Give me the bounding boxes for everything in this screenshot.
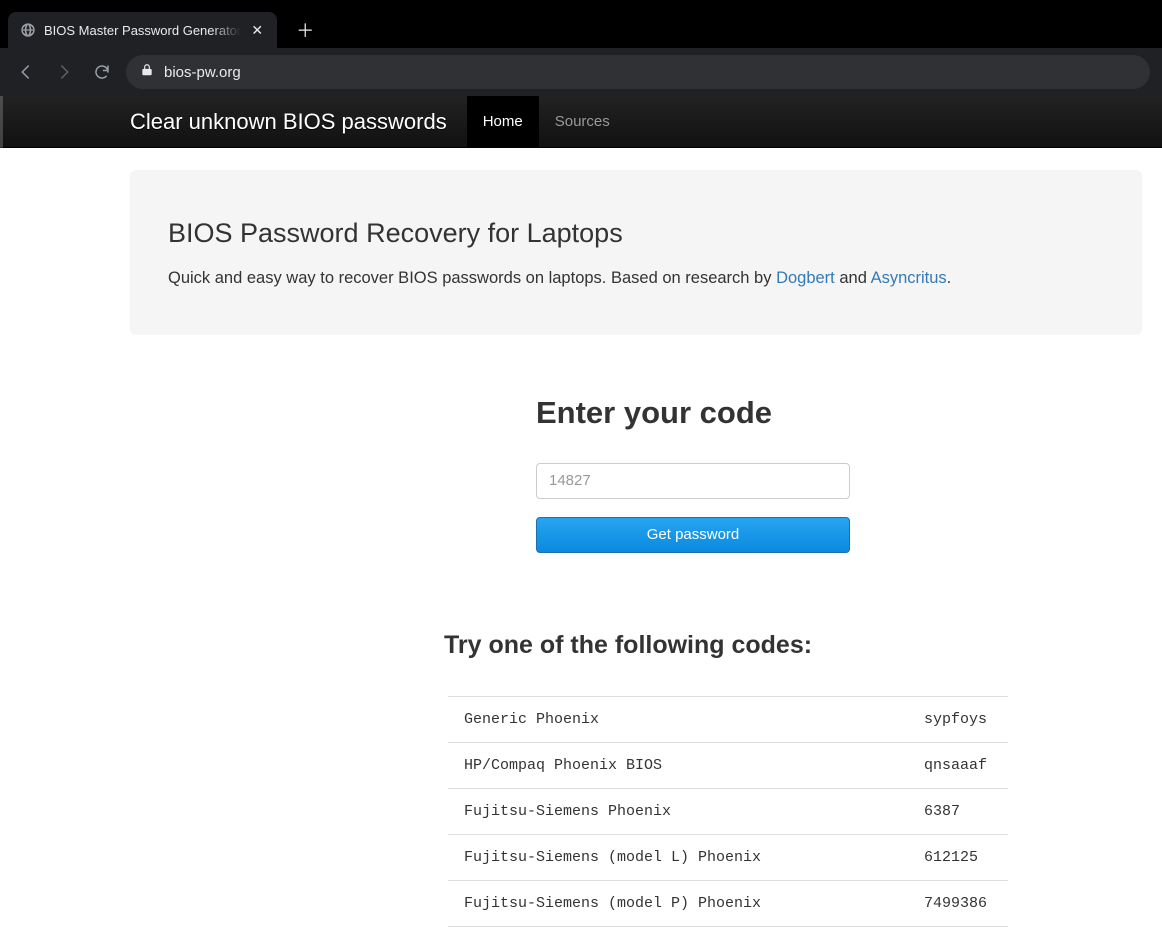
new-tab-button[interactable]: ＋ bbox=[291, 16, 319, 44]
vendor-cell: Fujitsu-Siemens Phoenix bbox=[448, 788, 908, 834]
results-table: Generic PhoenixsypfoysHP/Compaq Phoenix … bbox=[448, 696, 1008, 941]
page-viewport: Clear unknown BIOS passwords Home Source… bbox=[0, 96, 1162, 941]
vendor-cell: Fujitsu-Siemens (model S) Phoenix bbox=[448, 926, 908, 941]
site-navbar: Clear unknown BIOS passwords Home Source… bbox=[0, 96, 1162, 148]
jumbo-lead: Quick and easy way to recover BIOS passw… bbox=[168, 267, 1104, 291]
reload-button[interactable] bbox=[88, 58, 116, 86]
table-row: Generic Phoenixsypfoys bbox=[448, 696, 1008, 742]
nav-home[interactable]: Home bbox=[467, 96, 539, 148]
nav-sources[interactable]: Sources bbox=[539, 96, 626, 148]
address-bar-text: bios-pw.org bbox=[164, 64, 241, 81]
tab-strip: BIOS Master Password Generator ✕ ＋ bbox=[0, 0, 1162, 48]
back-button[interactable] bbox=[12, 58, 40, 86]
lead-text: . bbox=[947, 269, 952, 287]
enter-heading: Enter your code bbox=[536, 395, 850, 431]
get-password-button[interactable]: Get password bbox=[536, 517, 850, 553]
forward-button[interactable] bbox=[50, 58, 78, 86]
lead-text: and bbox=[835, 269, 871, 287]
page-edge bbox=[0, 96, 3, 941]
code-cell: 812129 bbox=[908, 926, 1008, 941]
close-tab-icon[interactable]: ✕ bbox=[249, 22, 265, 38]
browser-tab[interactable]: BIOS Master Password Generator ✕ bbox=[8, 12, 277, 48]
table-row: Fujitsu-Siemens (model S) Phoenix812129 bbox=[448, 926, 1008, 941]
code-cell: 6387 bbox=[908, 788, 1008, 834]
link-asyncritus[interactable]: Asyncritus bbox=[871, 269, 947, 287]
tab-title: BIOS Master Password Generator bbox=[44, 23, 241, 38]
table-row: Fujitsu-Siemens (model L) Phoenix612125 bbox=[448, 834, 1008, 880]
vendor-cell: Generic Phoenix bbox=[448, 696, 908, 742]
site-brand[interactable]: Clear unknown BIOS passwords bbox=[130, 96, 447, 148]
vendor-cell: HP/Compaq Phoenix BIOS bbox=[448, 742, 908, 788]
vendor-cell: Fujitsu-Siemens (model L) Phoenix bbox=[448, 834, 908, 880]
table-row: Fujitsu-Siemens Phoenix6387 bbox=[448, 788, 1008, 834]
jumbo-title: BIOS Password Recovery for Laptops bbox=[168, 218, 1104, 249]
vendor-cell: Fujitsu-Siemens (model P) Phoenix bbox=[448, 880, 908, 926]
page-container: BIOS Password Recovery for Laptops Quick… bbox=[0, 170, 1162, 941]
enter-code-section: Enter your code Get password bbox=[536, 395, 850, 553]
code-input[interactable] bbox=[536, 463, 850, 499]
lock-icon bbox=[140, 63, 154, 81]
code-cell: 7499386 bbox=[908, 880, 1008, 926]
table-row: Fujitsu-Siemens (model P) Phoenix7499386 bbox=[448, 880, 1008, 926]
code-cell: 612125 bbox=[908, 834, 1008, 880]
results-heading: Try one of the following codes: bbox=[444, 631, 1146, 660]
jumbotron: BIOS Password Recovery for Laptops Quick… bbox=[130, 170, 1142, 335]
code-cell: sypfoys bbox=[908, 696, 1008, 742]
link-dogbert[interactable]: Dogbert bbox=[776, 269, 835, 287]
globe-icon bbox=[20, 22, 36, 38]
lead-text: Quick and easy way to recover BIOS passw… bbox=[168, 269, 776, 287]
results-section: Try one of the following codes: Generic … bbox=[444, 631, 1146, 941]
nav-links: Home Sources bbox=[467, 96, 626, 148]
table-row: HP/Compaq Phoenix BIOSqnsaaaf bbox=[448, 742, 1008, 788]
address-bar[interactable]: bios-pw.org bbox=[126, 55, 1150, 89]
code-cell: qnsaaaf bbox=[908, 742, 1008, 788]
browser-toolbar: bios-pw.org bbox=[0, 48, 1162, 96]
browser-chrome: BIOS Master Password Generator ✕ ＋ bios-… bbox=[0, 0, 1162, 96]
